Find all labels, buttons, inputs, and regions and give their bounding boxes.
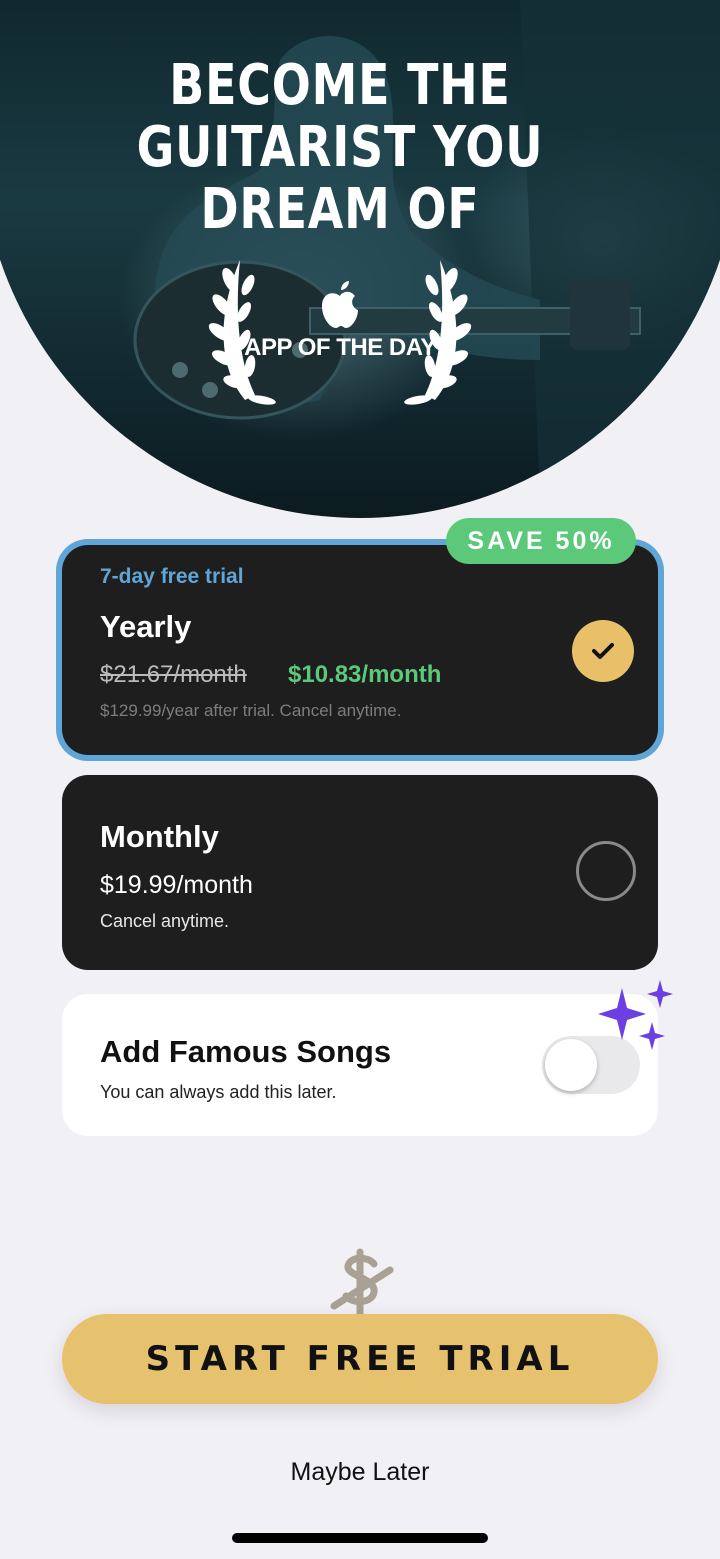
plan-card-yearly[interactable]: 7-day free trial Yearly $21.67/month $10… xyxy=(62,545,658,755)
plan-card-monthly[interactable]: Monthly $19.99/month Cancel anytime. xyxy=(62,775,658,970)
no-payment-dollar-icon xyxy=(330,1248,394,1318)
plan-name-yearly: Yearly xyxy=(100,609,192,644)
addon-card: Add Famous Songs You can always add this… xyxy=(62,994,658,1136)
apple-logo-icon xyxy=(322,281,358,328)
laurel-wreath-icon xyxy=(208,260,472,405)
monthly-fine-print: Cancel anytime. xyxy=(100,911,230,931)
addon-subtitle: You can always add this later. xyxy=(100,1082,337,1102)
yearly-fine-print: $129.99/year after trial. Cancel anytime… xyxy=(100,701,402,720)
app-of-the-day-award: APP OF THE DAY xyxy=(200,250,480,410)
toggle-knob xyxy=(545,1039,597,1091)
headline: BECOME THE GUITARIST YOU DREAM OF xyxy=(136,53,544,242)
trial-label: 7-day free trial xyxy=(100,565,244,588)
award-label: APP OF THE DAY xyxy=(244,334,436,361)
save-badge: SAVE 50% xyxy=(446,518,636,564)
sparkles-icon xyxy=(598,980,673,1050)
maybe-later-link[interactable]: Maybe Later xyxy=(0,1458,720,1487)
radio-button-unselected[interactable] xyxy=(576,841,636,901)
home-indicator xyxy=(232,1533,488,1543)
hero-banner: BECOME THE GUITARIST YOU DREAM OF APP OF… xyxy=(0,0,720,518)
old-price: $21.67/month xyxy=(100,661,247,688)
plan-name-monthly: Monthly xyxy=(100,819,219,854)
discounted-price: $10.83/month xyxy=(288,661,442,688)
selected-check-icon[interactable] xyxy=(572,620,634,682)
start-free-trial-button[interactable]: START FREE TRIAL xyxy=(62,1314,658,1404)
monthly-price: $19.99/month xyxy=(100,871,253,899)
addon-title: Add Famous Songs xyxy=(100,1034,392,1069)
